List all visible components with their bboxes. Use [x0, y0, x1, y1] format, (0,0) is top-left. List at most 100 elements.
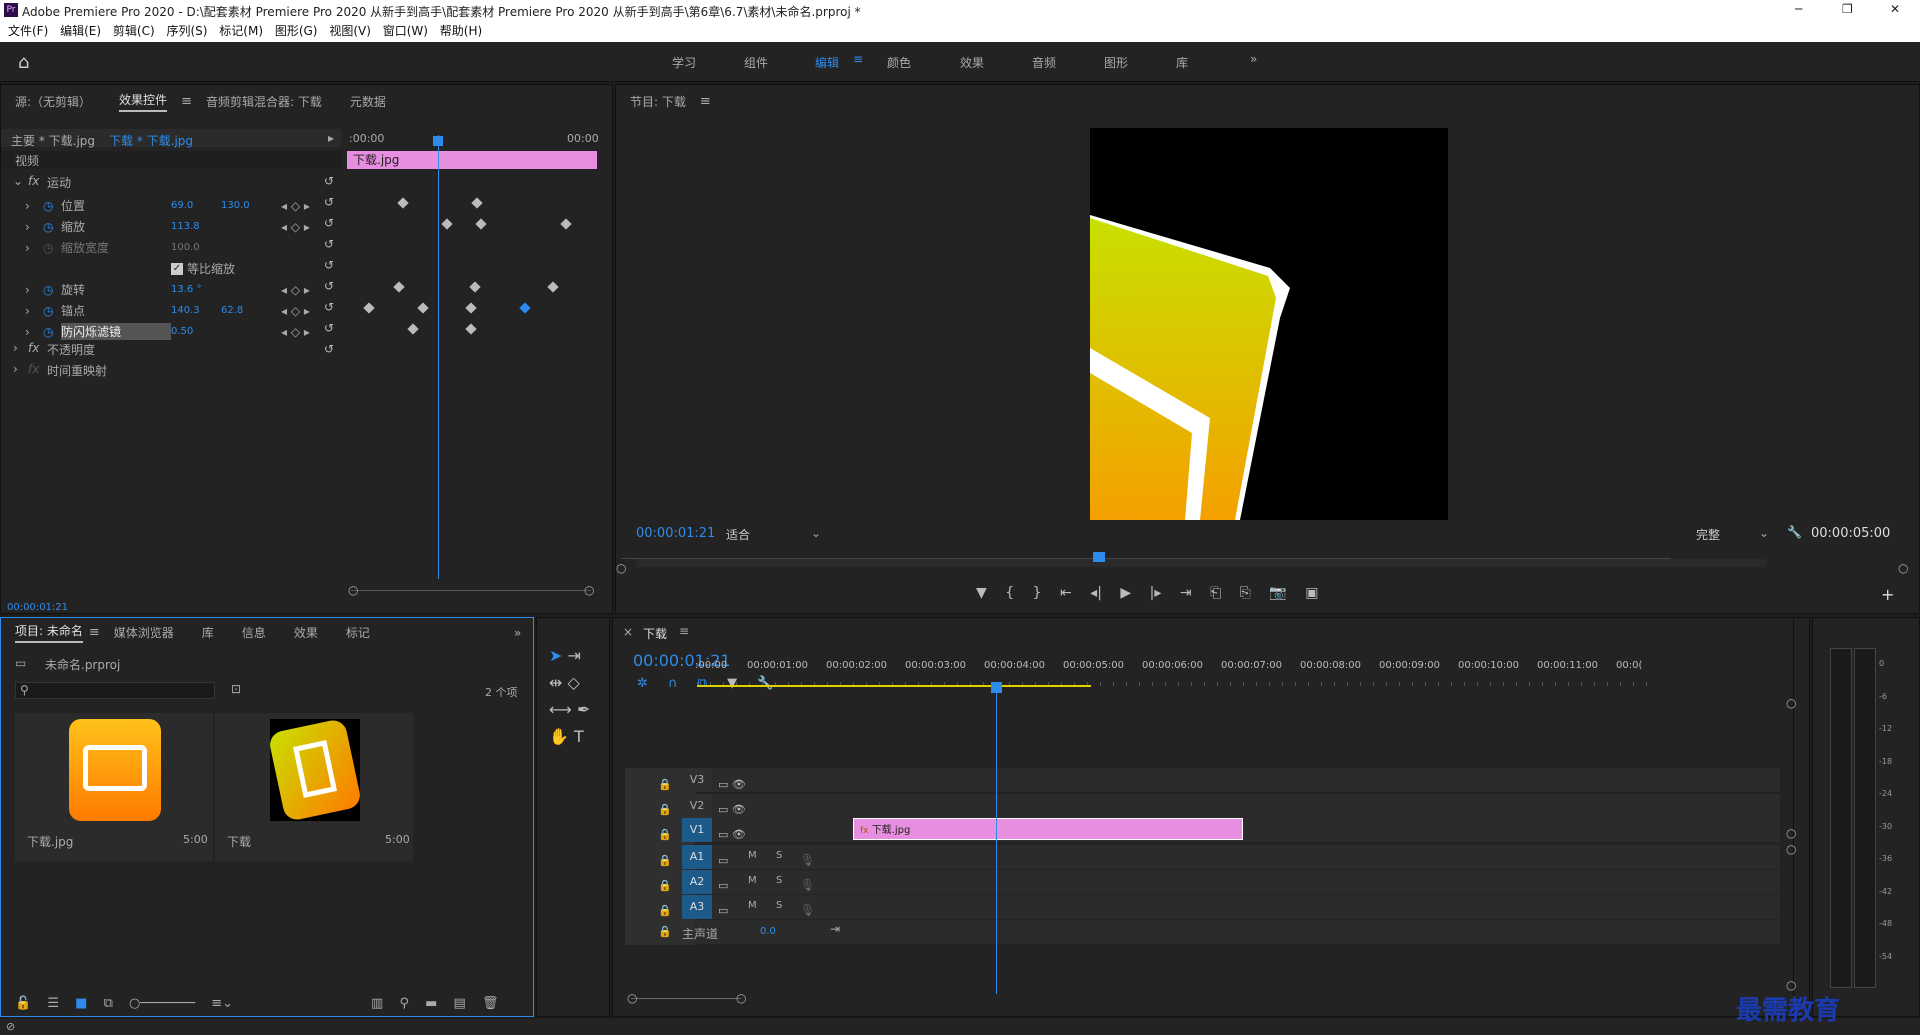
work-area-bar[interactable] [697, 685, 1091, 687]
stopwatch-icon[interactable]: ◷ [43, 283, 61, 297]
track-label-v3[interactable]: V3 [682, 768, 712, 792]
new-item-icon[interactable]: ▤ [454, 996, 466, 1011]
keyframe[interactable] [475, 218, 487, 230]
track-lock-icons[interactable]: 🔒 🔒 🔒 [658, 772, 672, 847]
menu-view[interactable]: 视图(V) [329, 24, 371, 38]
stopwatch-icon[interactable]: ◷ [43, 220, 61, 234]
tab-source[interactable]: 源:（无剪辑） [15, 93, 91, 110]
keyframe[interactable] [397, 197, 409, 209]
program-playhead[interactable] [1093, 552, 1105, 562]
property-row-rotation[interactable]: › ◷ 旋转 13.6 ° ◂ ◇ ▸ [1, 279, 341, 300]
timeline-playhead-handle[interactable] [991, 682, 1002, 693]
clip-selector[interactable]: 下载 * 下载.jpg [109, 132, 193, 149]
program-title[interactable]: 节目: 下载 [630, 93, 686, 110]
v-scroll-mid2[interactable]: ○ [1786, 842, 1796, 856]
transport-controls[interactable]: ▼ { } ⇤ ◂| ▶ |▸ ⇥ ⎗ ⎘ 📷 ▣ [976, 585, 1318, 601]
icon-view-icon[interactable]: ■ [75, 996, 87, 1011]
stopwatch-icon[interactable]: ◷ [43, 304, 61, 318]
maximize-button[interactable]: ❐ [1842, 2, 1853, 16]
panel-menu-icon[interactable]: ≡ [181, 94, 192, 109]
panel-menu-icon[interactable]: ≡ [89, 625, 100, 640]
lift-icon[interactable]: ⎗ [1210, 585, 1221, 601]
sequence-tab[interactable]: 下载 [643, 625, 667, 642]
zoom-slider[interactable]: ○─────── [129, 996, 195, 1011]
menu-help[interactable]: 帮助(H) [440, 24, 482, 38]
export-frame-icon[interactable]: 📷 [1269, 585, 1286, 601]
keyframe[interactable] [465, 302, 477, 314]
menu-file[interactable]: 文件(F) [8, 24, 48, 38]
mute-button[interactable]: M [748, 875, 757, 886]
uniform-scale-checkbox[interactable]: ✓ [171, 262, 183, 275]
tab-metadata[interactable]: 元数据 [350, 93, 386, 110]
close-tab-icon[interactable]: × [623, 625, 633, 639]
add-marker-icon[interactable]: ▼ [976, 585, 987, 601]
lock-icon[interactable]: 🔒 [658, 925, 672, 938]
tab-effects[interactable]: 效果 [294, 624, 318, 641]
compare-icon[interactable]: ▣ [1305, 585, 1318, 601]
ec-playhead-handle[interactable] [433, 136, 443, 146]
workspace-audio[interactable]: 音频 [1032, 54, 1056, 71]
tab-markers[interactable]: 标记 [346, 624, 370, 641]
property-row-scale[interactable]: › ◷ 缩放 113.8 ◂ ◇ ▸ [1, 216, 341, 237]
voiceover-icons[interactable]: 🎙 🎙 🎙 [800, 848, 815, 923]
property-row-anchor[interactable]: › ◷ 锚点 140.3 62.8 ◂ ◇ ▸ [1, 300, 341, 321]
clip-video[interactable]: fx 下载.jpg [853, 818, 1243, 840]
track-label-a1[interactable]: A1 [682, 845, 712, 869]
chevron-down-icon[interactable]: ⌄ [1759, 526, 1769, 540]
chevron-right-icon[interactable]: › [13, 341, 18, 355]
zoom-handle-right[interactable]: ○ [584, 583, 594, 597]
keyframe-nav-icon[interactable]: ◂ ◇ ▸ [281, 325, 310, 339]
track-select-icon[interactable]: ⇥ [568, 646, 581, 665]
ec-clip-bar[interactable]: 下载.jpg [347, 151, 597, 169]
menu-graphics[interactable]: 图形(G) [275, 24, 318, 38]
new-bin-search-icon[interactable]: ⊡ [231, 682, 241, 696]
range-start[interactable]: ○ [616, 561, 626, 575]
keyframe-nav-icon[interactable]: ◂ ◇ ▸ [281, 304, 310, 318]
tl-zoom-start[interactable]: ○ [627, 991, 637, 1005]
keyframe-nav-icon[interactable]: ◂ ◇ ▸ [281, 220, 310, 234]
chevron-right-icon[interactable]: › [13, 362, 18, 376]
play-clip-icon[interactable]: ▸ [328, 131, 334, 145]
master-volume[interactable]: 0.0 [760, 926, 776, 937]
quality-select[interactable]: 完整 [1696, 526, 1720, 543]
workspace-editing[interactable]: 编辑 [815, 54, 839, 71]
time-ruler[interactable]: :00:00 00:00:01:00 00:00:02:00 00:00:03:… [695, 660, 1655, 674]
add-button-icon[interactable]: + [1881, 585, 1894, 604]
v-scroll-mid[interactable]: ○ [1786, 826, 1796, 840]
keyframe[interactable] [465, 323, 477, 335]
keyframe[interactable] [547, 281, 559, 293]
mute-button[interactable]: M [748, 850, 757, 861]
reset-icons[interactable]: ↺ ↺ ↺ ↺ ↺ ↺ ↺ ↺ ↺ [324, 171, 338, 360]
tl-zoom-end[interactable]: ○ [736, 991, 746, 1005]
master-clip-label[interactable]: 主要 * 下载.jpg [11, 132, 95, 149]
solo-button[interactable]: S [776, 850, 782, 861]
keyframe[interactable] [471, 197, 483, 209]
slip-tool-icon[interactable]: ⟷ [549, 700, 572, 719]
fx-icon[interactable]: fx [28, 341, 39, 355]
tab-audio-mixer[interactable]: 音频剪辑混合器: 下载 [206, 93, 322, 110]
sort-icon[interactable]: ≡⌄ [211, 996, 233, 1011]
pen-tool-icon[interactable]: ✒ [577, 700, 590, 719]
play-icon[interactable]: ▶ [1120, 585, 1131, 601]
extract-icon[interactable]: ⎘ [1240, 585, 1251, 601]
project-item-1[interactable]: 下载.jpg 5:00 [15, 713, 213, 861]
range-end[interactable]: ○ [1898, 561, 1908, 575]
hand-tool-icon[interactable]: ✋ [549, 727, 569, 746]
home-icon[interactable]: ⌂ [18, 52, 29, 73]
property-row-uniform-scale[interactable]: ✓ 等比缩放 [1, 258, 341, 279]
property-row-antiflicker[interactable]: › ◷ 防闪烁滤镜 0.50 ◂ ◇ ▸ [1, 321, 341, 342]
tab-libraries[interactable]: 库 [202, 624, 214, 641]
keyframe[interactable] [417, 302, 429, 314]
fit-select[interactable]: 适合 [726, 526, 806, 543]
track-v2[interactable] [695, 794, 1780, 818]
menu-sequence[interactable]: 序列(S) [166, 24, 207, 38]
project-item-2[interactable]: 下载 5:00 [215, 713, 413, 861]
automate-icon[interactable]: ▥ [371, 996, 383, 1011]
mark-in-icon[interactable]: { [1005, 585, 1014, 601]
keyframe-nav-icon[interactable]: ◂ ◇ ▸ [281, 283, 310, 297]
chevron-down-icon[interactable]: ⌄ [13, 174, 23, 188]
list-view-icon[interactable]: ☰ [47, 996, 59, 1011]
track-label-v2[interactable]: V2 [682, 794, 712, 818]
zoom-handle-left[interactable]: ○ [348, 583, 358, 597]
stopwatch-icon[interactable]: ◷ [43, 325, 61, 339]
